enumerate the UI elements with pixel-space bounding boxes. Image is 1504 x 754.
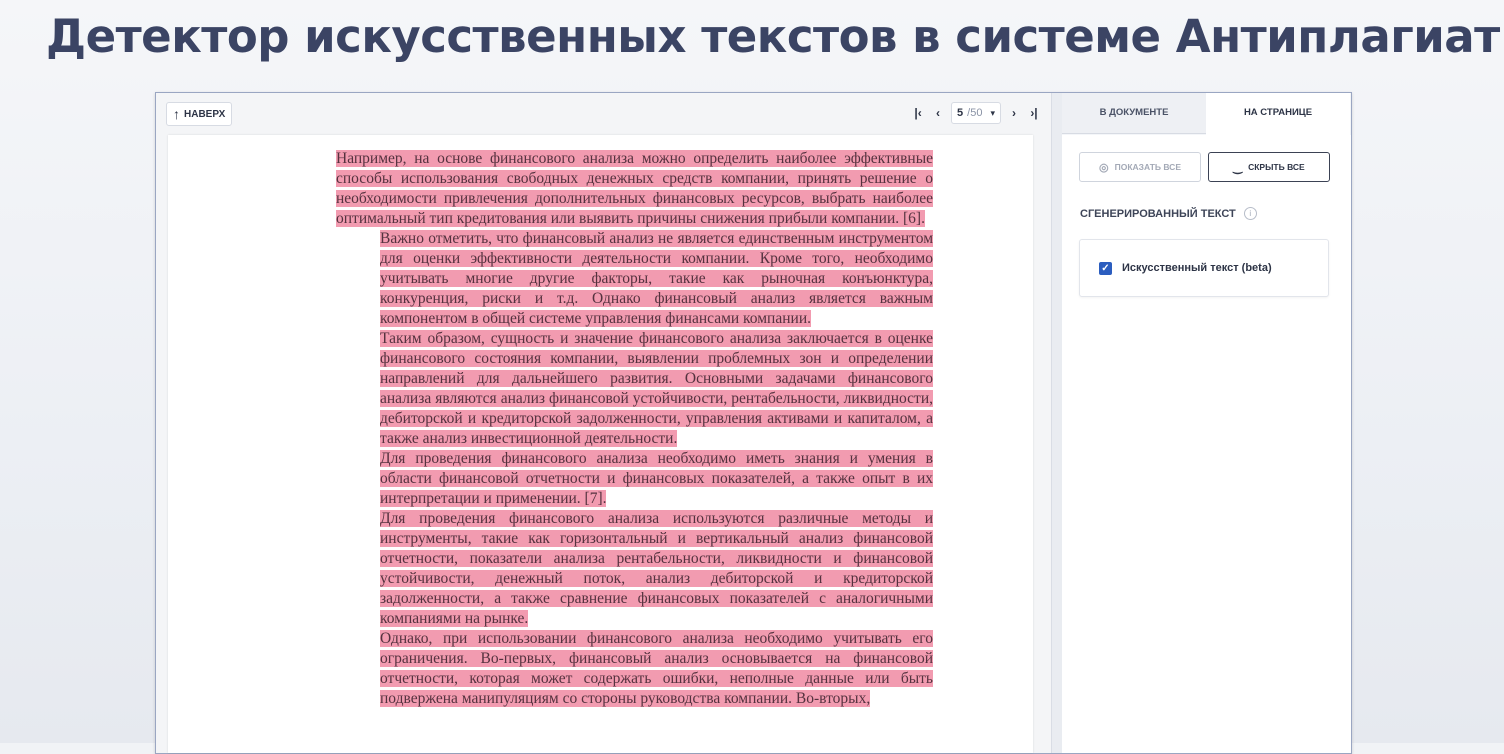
paragraph-3: Таким образом, сущность и значение финан… bbox=[336, 329, 933, 449]
page-navigator: |‹ ‹ 5/50 ▾ › ›| bbox=[911, 102, 1041, 124]
generated-text-filter: ✓ Искусственный текст (beta) bbox=[1079, 239, 1329, 297]
highlighted-text[interactable]: Для проведения финансового анализа необх… bbox=[380, 450, 933, 507]
antiplagiat-viewer: ↑ НАВЕРХ |‹ ‹ 5/50 ▾ › ›| Например, на о… bbox=[155, 92, 1352, 754]
show-all-button[interactable]: ◎ ПОКАЗАТЬ ВСЕ bbox=[1079, 152, 1201, 182]
highlighted-text[interactable]: Однако, при использовании финансового ан… bbox=[380, 630, 933, 707]
total-pages: /50 bbox=[967, 107, 983, 119]
paragraph-6: Однако, при использовании финансового ан… bbox=[336, 629, 933, 709]
highlighted-text[interactable]: Для проведения финансового анализа испол… bbox=[380, 510, 933, 627]
hide-all-button[interactable]: ‿ СКРЫТЬ ВСЕ bbox=[1208, 152, 1330, 182]
paragraph-2: Важно отметить, что финансовый анализ не… bbox=[336, 229, 933, 329]
tab-in-document[interactable]: В ДОКУМЕНТЕ bbox=[1062, 93, 1206, 134]
scroll-top-label: НАВЕРХ bbox=[184, 108, 226, 120]
section-title-text: СГЕНЕРИРОВАННЫЙ ТЕКСТ bbox=[1080, 207, 1236, 220]
scroll-top-button[interactable]: ↑ НАВЕРХ bbox=[166, 102, 233, 126]
sidebar: В ДОКУМЕНТЕ НА СТРАНИЦЕ ◎ ПОКАЗАТЬ ВСЕ ‿… bbox=[1062, 93, 1351, 753]
page-select[interactable]: 5/50 ▾ bbox=[951, 102, 1001, 124]
sidebar-tabs: В ДОКУМЕНТЕ НА СТРАНИЦЕ bbox=[1062, 93, 1351, 135]
info-icon[interactable]: i bbox=[1243, 207, 1257, 220]
ai-text-checkbox[interactable]: ✓ bbox=[1099, 261, 1112, 275]
paragraph-5: Для проведения финансового анализа испол… bbox=[336, 509, 933, 629]
document-pane: ↑ НАВЕРХ |‹ ‹ 5/50 ▾ › ›| Например, на о… bbox=[156, 93, 1051, 753]
sidebar-body: ◎ ПОКАЗАТЬ ВСЕ ‿ СКРЫТЬ ВСЕ СГЕНЕРИРОВАН… bbox=[1062, 135, 1351, 753]
document-page: Например, на основе финансового анализа … bbox=[168, 135, 1033, 753]
ai-text-checkbox-label[interactable]: Искусственный текст (beta) bbox=[1122, 262, 1272, 274]
document-text: Например, на основе финансового анализа … bbox=[336, 149, 933, 709]
arrow-up-icon: ↑ bbox=[173, 106, 180, 122]
document-toolbar: ↑ НАВЕРХ |‹ ‹ 5/50 ▾ › ›| bbox=[156, 93, 1051, 135]
highlighted-text[interactable]: Например, на основе финансового анализа … bbox=[336, 150, 933, 227]
chevron-down-icon: ▾ bbox=[990, 107, 995, 118]
eye-icon: ◎ bbox=[1099, 161, 1109, 174]
next-page-icon[interactable]: › bbox=[1007, 106, 1021, 120]
pane-scrollbar[interactable] bbox=[1051, 93, 1062, 753]
highlighted-text[interactable]: Таким образом, сущность и значение финан… bbox=[380, 330, 933, 447]
eye-closed-icon: ‿ bbox=[1233, 161, 1243, 174]
section-title: СГЕНЕРИРОВАННЫЙ ТЕКСТ i bbox=[1080, 207, 1257, 220]
last-page-icon[interactable]: ›| bbox=[1027, 106, 1041, 120]
first-page-icon[interactable]: |‹ bbox=[911, 106, 925, 120]
slide-title: Детектор искусственных текстов в системе… bbox=[46, 10, 1500, 63]
paragraph-1: Например, на основе финансового анализа … bbox=[336, 149, 933, 229]
show-all-label: ПОКАЗАТЬ ВСЕ bbox=[1114, 162, 1181, 172]
paragraph-4: Для проведения финансового анализа необх… bbox=[336, 449, 933, 509]
highlighted-text[interactable]: Важно отметить, что финансовый анализ не… bbox=[380, 230, 933, 327]
current-page: 5 bbox=[957, 107, 964, 119]
tab-on-page[interactable]: НА СТРАНИЦЕ bbox=[1206, 93, 1350, 135]
prev-page-icon[interactable]: ‹ bbox=[931, 106, 945, 120]
hide-all-label: СКРЫТЬ ВСЕ bbox=[1248, 162, 1305, 172]
